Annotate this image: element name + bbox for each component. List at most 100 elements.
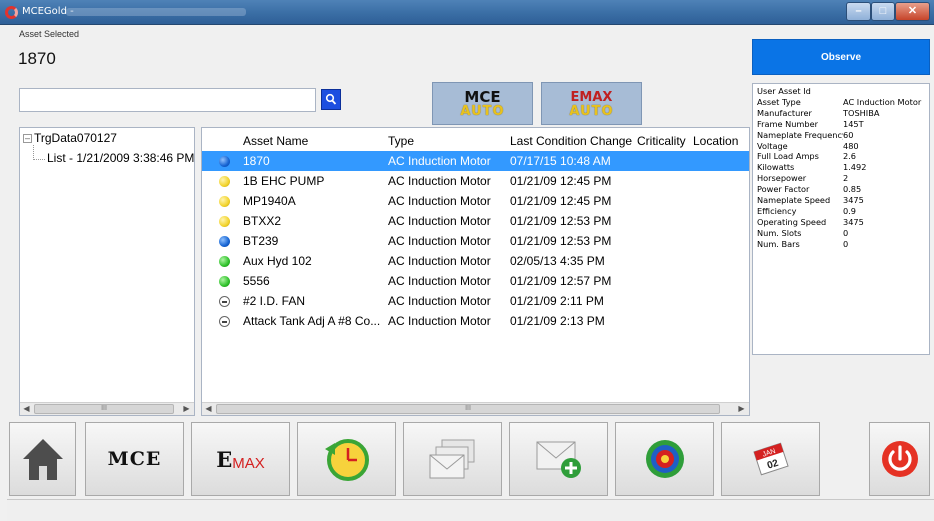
column-header-type[interactable]: Type (388, 134, 414, 148)
property-key: Manufacturer (757, 107, 812, 118)
cell-type: AC Induction Motor (388, 294, 491, 308)
close-icon: ✕ (907, 5, 918, 17)
app-icon (5, 6, 18, 19)
cell-change: 01/21/09 12:45 PM (510, 194, 612, 208)
status-minus-icon (219, 296, 230, 307)
column-header-criticality[interactable]: Criticality (637, 134, 686, 148)
property-value: 0.85 (843, 184, 862, 195)
tree-root-node[interactable]: – TrgData070127 (23, 131, 117, 145)
emax-auto-button[interactable]: EMAX AUTO (541, 82, 642, 125)
status-yellow-icon (219, 216, 230, 227)
table-row[interactable]: #2 I.D. FAN AC Induction Motor 01/21/09 2:… (202, 291, 749, 311)
search-icon (325, 93, 337, 105)
status-minus-icon (219, 316, 230, 327)
scrollbar-grip: III (465, 405, 471, 412)
calendar-button[interactable]: JAN 02 (721, 422, 820, 496)
table-row[interactable]: BT239 AC Induction Motor 01/21/09 12:53 PM (202, 231, 749, 251)
table-row[interactable]: 1B EHC PUMP AC Induction Motor 01/21/09 12… (202, 171, 749, 191)
search-input[interactable] (19, 88, 316, 112)
table-row[interactable]: 5556 AC Induction Motor 01/21/09 12:57 PM (202, 271, 749, 291)
target-button[interactable] (615, 422, 714, 496)
scroll-left-icon[interactable]: ◀ (202, 403, 215, 415)
maximize-icon: □ (879, 5, 887, 17)
cell-change: 02/05/13 4:35 PM (510, 254, 605, 268)
mce-auto-title: MCE (464, 87, 501, 106)
home-icon (22, 439, 63, 480)
messages-button[interactable] (403, 422, 502, 496)
property-key: Voltage (757, 140, 788, 151)
emax-logo-e: E (216, 446, 233, 472)
property-row: Manufacturer TOSHIBA (757, 108, 925, 119)
property-row: Nameplate Speed 3475 (757, 195, 925, 206)
property-key: Efficiency (757, 205, 797, 216)
property-value: AC Induction Motor (843, 96, 922, 107)
emax-auto-title: EMAX (570, 89, 613, 105)
table-row[interactable]: 1870 AC Induction Motor 07/17/15 10:48 AM (202, 151, 749, 171)
cell-type: AC Induction Motor (388, 254, 491, 268)
minimize-icon: – (855, 5, 862, 17)
cell-type: AC Induction Motor (388, 234, 491, 248)
status-green-icon (219, 276, 230, 287)
property-key: Operating Speed (757, 216, 827, 227)
property-key: Num. Slots (757, 227, 802, 238)
emax-button[interactable]: E MAX (191, 422, 290, 496)
cell-type: AC Induction Motor (388, 314, 491, 328)
property-row: Num. Bars 0 (757, 239, 925, 250)
property-key: Kilowatts (757, 162, 795, 173)
calendar-icon: JAN 02 (752, 442, 789, 476)
scroll-right-icon[interactable]: ▶ (180, 403, 193, 415)
table-row[interactable]: MP1940A AC Induction Motor 01/21/09 12:45 … (202, 191, 749, 211)
property-key: Asset Type (757, 96, 801, 107)
property-row: Operating Speed 3475 (757, 217, 925, 228)
scroll-left-icon[interactable]: ◀ (20, 403, 33, 415)
cell-type: AC Induction Motor (388, 154, 491, 168)
cell-name: Attack Tank Adj A #8 Co... (243, 314, 381, 328)
mce-auto-button[interactable]: MCE AUTO (432, 82, 533, 125)
cell-type: AC Induction Motor (388, 194, 491, 208)
property-key: Full Load Amps (757, 151, 819, 162)
property-row: Num. Slots 0 (757, 228, 925, 239)
column-header-location[interactable]: Location (693, 134, 738, 148)
cell-change: 01/21/09 2:13 PM (510, 314, 605, 328)
property-value: 0 (843, 227, 849, 238)
property-value: 1.492 (843, 162, 867, 173)
home-button[interactable] (9, 422, 76, 496)
scrollbar-thumb[interactable]: III (216, 404, 720, 414)
envelopes-icon (429, 439, 474, 479)
scrollbar-thumb[interactable]: III (34, 404, 174, 414)
scroll-right-icon[interactable]: ▶ (735, 403, 748, 415)
property-row: Nameplate Frequency 60 (757, 130, 925, 141)
tree-connector (33, 145, 34, 160)
observe-button[interactable]: Observe (752, 39, 930, 75)
tree-horizontal-scrollbar[interactable]: ◀ III ▶ (20, 402, 194, 415)
property-value: TOSHIBA (843, 107, 880, 118)
property-value: 3475 (843, 216, 864, 227)
property-row: Efficiency 0.9 (757, 206, 925, 217)
power-icon (881, 441, 918, 477)
collapse-icon[interactable]: – (23, 134, 32, 143)
property-value: 60 (843, 129, 854, 140)
search-button[interactable] (321, 89, 341, 110)
table-row[interactable]: Attack Tank Adj A #8 Co... AC Induction M… (202, 311, 749, 331)
tree-list-node[interactable]: List - 1/21/2009 3:38:46 PM (47, 151, 194, 165)
status-blue-icon (219, 236, 230, 247)
property-row: Frame Number 145T (757, 119, 925, 130)
cell-name: MP1940A (243, 194, 296, 208)
new-message-button[interactable] (509, 422, 608, 496)
minimize-button[interactable]: – (846, 2, 871, 21)
clock-history-icon (324, 439, 369, 481)
column-header-last-change[interactable]: Last Condition Change (510, 134, 632, 148)
power-button[interactable] (869, 422, 930, 496)
history-button[interactable] (297, 422, 396, 496)
table-row[interactable]: BTXX2 AC Induction Motor 01/21/09 12:53 PM (202, 211, 749, 231)
table-row[interactable]: Aux Hyd 102 AC Induction Motor 02/05/13 4:… (202, 251, 749, 271)
cell-type: AC Induction Motor (388, 274, 491, 288)
maximize-button[interactable]: □ (871, 2, 895, 21)
property-row: Asset Type AC Induction Motor (757, 97, 925, 108)
asset-properties-panel: User Asset Id Asset Type AC Induction Moto… (752, 83, 930, 355)
mce-button[interactable]: MCE (85, 422, 184, 496)
table-horizontal-scrollbar[interactable]: ◀ III ▶ (202, 402, 749, 415)
close-button[interactable]: ✕ (895, 2, 930, 21)
column-header-asset-name[interactable]: Asset Name (243, 134, 308, 148)
property-row: Full Load Amps 2.6 (757, 151, 925, 162)
